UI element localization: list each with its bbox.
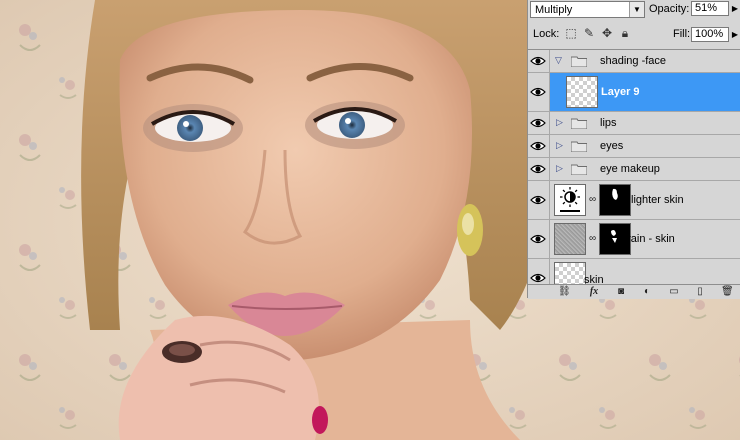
visibility-toggle[interactable]	[528, 181, 550, 219]
lock-label: Lock:	[533, 28, 560, 40]
layer-name: eye makeup	[600, 163, 660, 175]
layer-name: grain - skin	[621, 233, 675, 245]
fill-field[interactable]: 100%	[691, 27, 729, 42]
visibility-toggle[interactable]	[528, 73, 550, 111]
eye-icon[interactable]	[530, 162, 548, 176]
layer-row-group[interactable]: ▷ eyes	[528, 135, 740, 158]
eye-icon[interactable]	[530, 116, 548, 130]
layers-panel: Multiply ▼ Opacity: 51% ▶ Lock: ⬚ ✎ ✥ 🔒︎…	[527, 0, 740, 299]
lock-move-icon[interactable]: ✥	[600, 26, 614, 40]
brightness-contrast-icon	[554, 184, 586, 216]
layer-name: shading -face	[600, 55, 667, 67]
collapsed-triangle-icon[interactable]: ▷	[556, 163, 563, 174]
opacity-label: Opacity:	[649, 3, 690, 15]
layer-row[interactable]: skin	[528, 259, 740, 285]
eye-icon[interactable]	[530, 54, 548, 68]
layer-thumbnail	[554, 223, 586, 255]
opacity-field[interactable]: 51%	[691, 1, 729, 16]
eye-icon[interactable]	[530, 271, 548, 285]
layer-thumbnail	[554, 262, 586, 285]
fx-icon[interactable]: fx	[588, 286, 600, 298]
layer-row-masked[interactable]: ∞ grain - skin	[528, 220, 740, 259]
adjustment-layer-icon[interactable]: ◐	[641, 286, 653, 298]
layer-row-group[interactable]: ▷ eye makeup	[528, 158, 740, 181]
visibility-toggle[interactable]	[528, 50, 550, 72]
visibility-toggle[interactable]	[528, 158, 550, 180]
folder-icon	[571, 56, 587, 67]
chain-link-icon[interactable]: ∞	[589, 233, 597, 245]
layers-bottom-toolbar: ⛓︎ fx ◙ ◐ ▭ ▯ 🗑︎	[528, 284, 740, 299]
fill-label: Fill:	[673, 28, 691, 40]
lock-all-icon[interactable]: 🔒︎	[618, 26, 632, 40]
new-layer-icon[interactable]: ▯	[694, 286, 706, 298]
visibility-toggle[interactable]	[528, 220, 550, 258]
folder-icon	[571, 141, 587, 152]
eye-icon[interactable]	[530, 85, 548, 99]
link-layers-icon[interactable]: ⛓︎	[558, 286, 571, 298]
layer-mask-thumbnail[interactable]	[599, 184, 631, 216]
folder-icon	[571, 118, 587, 129]
lock-brush-icon[interactable]: ✎	[582, 26, 596, 40]
opacity-slider-arrow-icon[interactable]: ▶	[730, 1, 740, 16]
layer-name: eyes	[600, 140, 624, 152]
layer-row-group[interactable]: ▽ shading -face	[528, 50, 740, 73]
layer-row-selected[interactable]: Layer 9	[528, 73, 740, 112]
visibility-toggle[interactable]	[528, 259, 550, 285]
fill-slider-arrow-icon[interactable]: ▶	[730, 27, 740, 42]
trash-icon[interactable]: 🗑︎	[721, 286, 734, 298]
layer-name: Layer 9	[601, 86, 640, 98]
lock-bar: Lock: ⬚ ✎ ✥ 🔒︎ Fill: 100% ▶	[528, 24, 740, 46]
visibility-toggle[interactable]	[528, 135, 550, 157]
visibility-toggle[interactable]	[528, 112, 550, 134]
layer-row-adjustment[interactable]: ∞ lighter skin	[528, 181, 740, 220]
layer-name: lighter skin	[631, 194, 684, 206]
new-group-icon[interactable]: ▭	[668, 286, 680, 298]
folder-icon	[571, 164, 587, 175]
eye-icon[interactable]	[530, 232, 548, 246]
expanded-triangle-icon[interactable]: ▽	[555, 55, 562, 66]
eye-icon[interactable]	[530, 139, 548, 153]
add-mask-icon[interactable]: ◙	[615, 286, 627, 298]
chain-link-icon[interactable]: ∞	[589, 194, 597, 206]
collapsed-triangle-icon[interactable]: ▷	[556, 117, 563, 128]
layer-row-group[interactable]: ▷ lips	[528, 112, 740, 135]
blend-bar: Multiply ▼ Opacity: 51% ▶	[528, 0, 740, 22]
lock-transparency-icon[interactable]: ⬚	[564, 26, 578, 40]
blend-mode-select[interactable]: Multiply ▼	[530, 1, 645, 18]
layers-list: ▽ shading -face Layer 9 ▷ lips ▷ eyes ▷ …	[528, 49, 740, 285]
chevron-down-icon[interactable]: ▼	[629, 2, 644, 17]
blend-mode-value: Multiply	[535, 4, 573, 16]
collapsed-triangle-icon[interactable]: ▷	[556, 140, 563, 151]
eye-icon[interactable]	[530, 193, 548, 207]
layer-name: lips	[600, 117, 617, 129]
layer-thumbnail	[566, 76, 598, 108]
